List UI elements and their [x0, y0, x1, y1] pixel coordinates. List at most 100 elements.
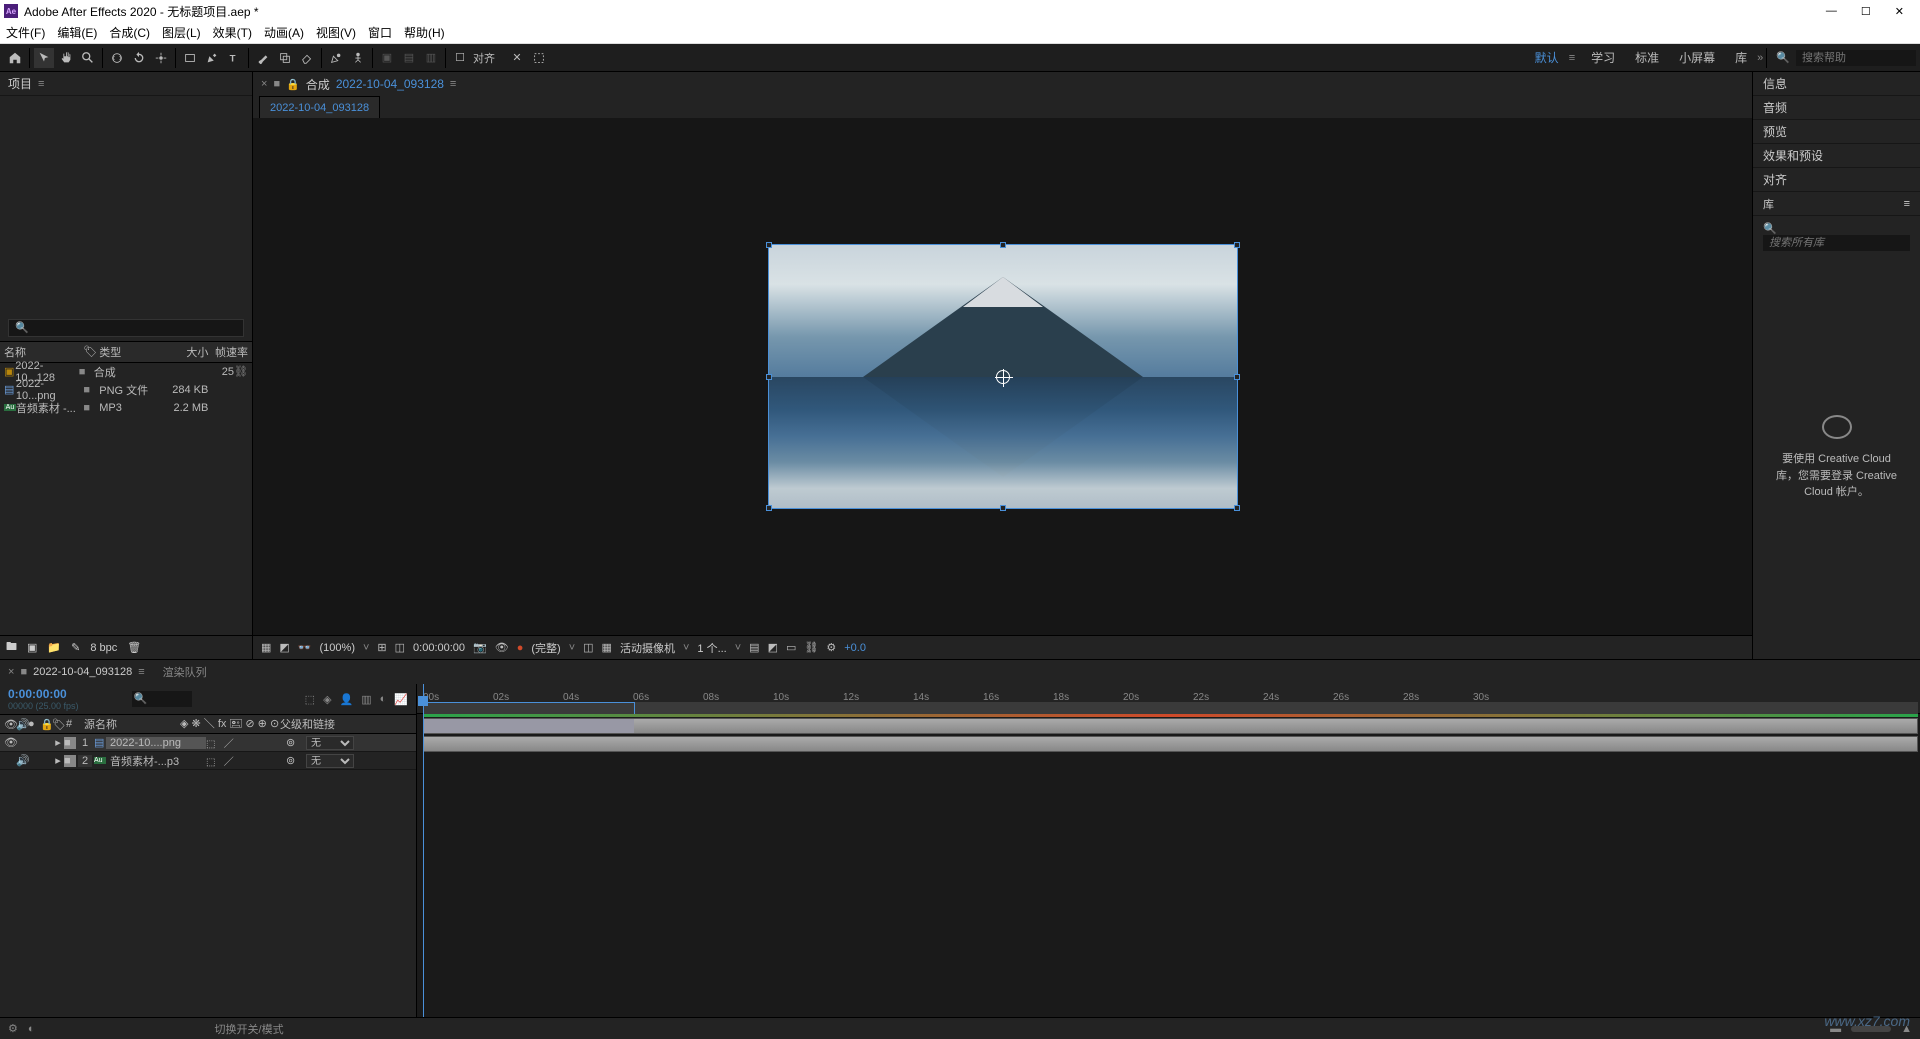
bpc-toggle[interactable]: 8 bpc	[90, 642, 117, 654]
help-search[interactable]	[1796, 50, 1916, 66]
timeline-ruler[interactable]: 00s 02s 04s 06s 08s 10s 12s 14s 16s 18s …	[417, 684, 1920, 714]
work-area-bar[interactable]	[423, 702, 1918, 714]
panel-preview[interactable]: 预览	[1753, 120, 1920, 144]
guides-icon[interactable]: ▦	[602, 641, 612, 654]
menu-composition[interactable]: 合成(C)	[109, 24, 150, 41]
workspace-library[interactable]: 库	[1725, 49, 1757, 66]
rect-tool[interactable]	[180, 48, 200, 68]
composition-viewer[interactable]	[253, 118, 1752, 635]
rotation-tool[interactable]	[129, 48, 149, 68]
toggle-switches-icon[interactable]: ⚙	[8, 1022, 18, 1035]
layer-name[interactable]: 2022-10....png	[106, 737, 206, 749]
panel-menu-icon[interactable]: ≡	[38, 78, 44, 90]
menu-file[interactable]: 文件(F)	[6, 24, 45, 41]
timeline-layer[interactable]: 👁 ▸ ■ 1 ▤ 2022-10....png ⬚ ／ ⊚ 无	[0, 734, 416, 752]
draft-3d-icon[interactable]: ◈	[323, 693, 331, 706]
menu-window[interactable]: 窗口	[368, 24, 392, 41]
workspace-small[interactable]: 小屏幕	[1669, 49, 1725, 66]
playhead[interactable]	[423, 684, 424, 1017]
exposure-value[interactable]: +0.0	[844, 642, 866, 654]
layer-clip[interactable]	[423, 736, 1918, 752]
fast-preview-icon[interactable]: ◩	[768, 641, 778, 654]
anchor-tool[interactable]	[151, 48, 171, 68]
flowchart-icon[interactable]: ⛓	[234, 365, 248, 378]
frame-blend-icon[interactable]: ▥	[361, 693, 371, 706]
anchor-point-icon[interactable]	[996, 370, 1010, 384]
col-type[interactable]: 类型	[99, 344, 159, 360]
resolution-dropdown[interactable]: (完整)	[531, 640, 560, 656]
snapshot-icon[interactable]: 📷	[473, 641, 487, 654]
menu-effect[interactable]: 效果(T)	[213, 24, 252, 41]
timeline-layer[interactable]: 🔊 ▸ ■ 2 Au 音频素材-...p3 ⬚ ／ ⊚ 无	[0, 752, 416, 770]
snap-option-1[interactable]: ✕	[507, 48, 527, 68]
menu-edit[interactable]: 编辑(E)	[57, 24, 97, 41]
timeline-current-time[interactable]: 0:00:00:00	[8, 687, 79, 701]
pen-tool[interactable]	[202, 48, 222, 68]
home-tool[interactable]	[5, 48, 25, 68]
roto-tool[interactable]	[326, 48, 346, 68]
panel-effects[interactable]: 效果和预设	[1753, 144, 1920, 168]
channel-icon[interactable]: ◩	[279, 641, 289, 654]
adjust-icon[interactable]: ✎	[71, 641, 80, 654]
interpret-icon[interactable]: 🖿	[6, 638, 17, 657]
motion-blur-icon[interactable]: ◐	[380, 693, 387, 706]
timeline-search[interactable]	[132, 691, 192, 707]
workspace-learn[interactable]: 学习	[1581, 49, 1625, 66]
glasses-icon[interactable]: 👓	[298, 641, 312, 654]
layer-clip[interactable]	[423, 718, 1918, 734]
workspace-menu-icon[interactable]: ≡	[1569, 52, 1575, 64]
timeline-icon[interactable]: ▭	[786, 641, 796, 654]
new-comp-icon[interactable]: ▣	[27, 641, 37, 654]
close-button[interactable]: ✕	[1895, 5, 1904, 18]
toggle-switches-label[interactable]: 切换开关/模式	[215, 1021, 284, 1037]
preview-frame[interactable]	[769, 245, 1237, 508]
project-item[interactable]: ▤ 2022-10...png ■ PNG 文件 284 KB	[0, 381, 252, 399]
panel-info[interactable]: 信息	[1753, 72, 1920, 96]
comp-menu-icon[interactable]: ≡	[450, 78, 456, 90]
show-snapshot-icon[interactable]: 👁	[495, 641, 509, 654]
library-menu-icon[interactable]: ≡	[1904, 198, 1910, 210]
delete-icon[interactable]: 🗑	[127, 641, 141, 654]
maximize-button[interactable]: ☐	[1861, 5, 1871, 18]
comp-active-tab[interactable]: 2022-10-04_093128	[259, 96, 380, 118]
toggle-alpha-icon[interactable]: ▦	[261, 641, 271, 654]
col-source-name[interactable]: 源名称	[80, 716, 180, 732]
parent-dropdown[interactable]: 无	[306, 754, 354, 768]
resolution-icon[interactable]: ⊞	[377, 641, 386, 654]
text-tool[interactable]: T	[224, 48, 244, 68]
zoom-dropdown[interactable]: (100%)	[320, 642, 355, 654]
menu-view[interactable]: 视图(V)	[316, 24, 356, 41]
lock-icon[interactable]: 🔒	[286, 78, 300, 91]
menu-help[interactable]: 帮助(H)	[404, 24, 445, 41]
parent-dropdown[interactable]: 无	[306, 736, 354, 750]
reset-exposure-icon[interactable]: ⚙	[826, 641, 836, 654]
panel-library-header[interactable]: 库 ≡	[1753, 192, 1920, 216]
panel-audio[interactable]: 音频	[1753, 96, 1920, 120]
camera-dropdown[interactable]: 活动摄像机	[620, 640, 675, 656]
views-dropdown[interactable]: 1 个...	[697, 640, 726, 656]
shy-icon[interactable]: 👤	[340, 693, 354, 706]
zoom-tool[interactable]	[78, 48, 98, 68]
snap-option-2[interactable]	[529, 48, 549, 68]
col-size[interactable]: 大小	[159, 344, 209, 360]
minimize-button[interactable]: —	[1826, 5, 1837, 18]
project-item[interactable]: Au 音频素材 -... ■ MP3 2.2 MB	[0, 399, 252, 417]
puppet-tool[interactable]	[348, 48, 368, 68]
workspace-default[interactable]: 默认	[1525, 49, 1569, 66]
layer-name[interactable]: 音频素材-...p3	[106, 753, 206, 769]
graph-editor-icon[interactable]: 📈	[394, 693, 408, 706]
project-search[interactable]	[8, 319, 244, 337]
toggle-icon-2[interactable]: ◐	[28, 1023, 35, 1035]
workspace-overflow[interactable]: »	[1757, 52, 1763, 64]
time-display[interactable]: 0:00:00:00	[413, 642, 465, 654]
flowchart-button[interactable]: ⛓	[804, 641, 818, 654]
selection-tool[interactable]	[34, 48, 54, 68]
grid-icon[interactable]: ◫	[583, 641, 593, 654]
view-axis[interactable]: ▥	[421, 48, 441, 68]
menu-layer[interactable]: 图层(L)	[162, 24, 201, 41]
eraser-tool[interactable]	[297, 48, 317, 68]
local-axis[interactable]: ▣	[377, 48, 397, 68]
roi-icon[interactable]: ◫	[395, 641, 405, 654]
new-folder-icon[interactable]: 📁	[47, 641, 61, 654]
orbit-tool[interactable]	[107, 48, 127, 68]
